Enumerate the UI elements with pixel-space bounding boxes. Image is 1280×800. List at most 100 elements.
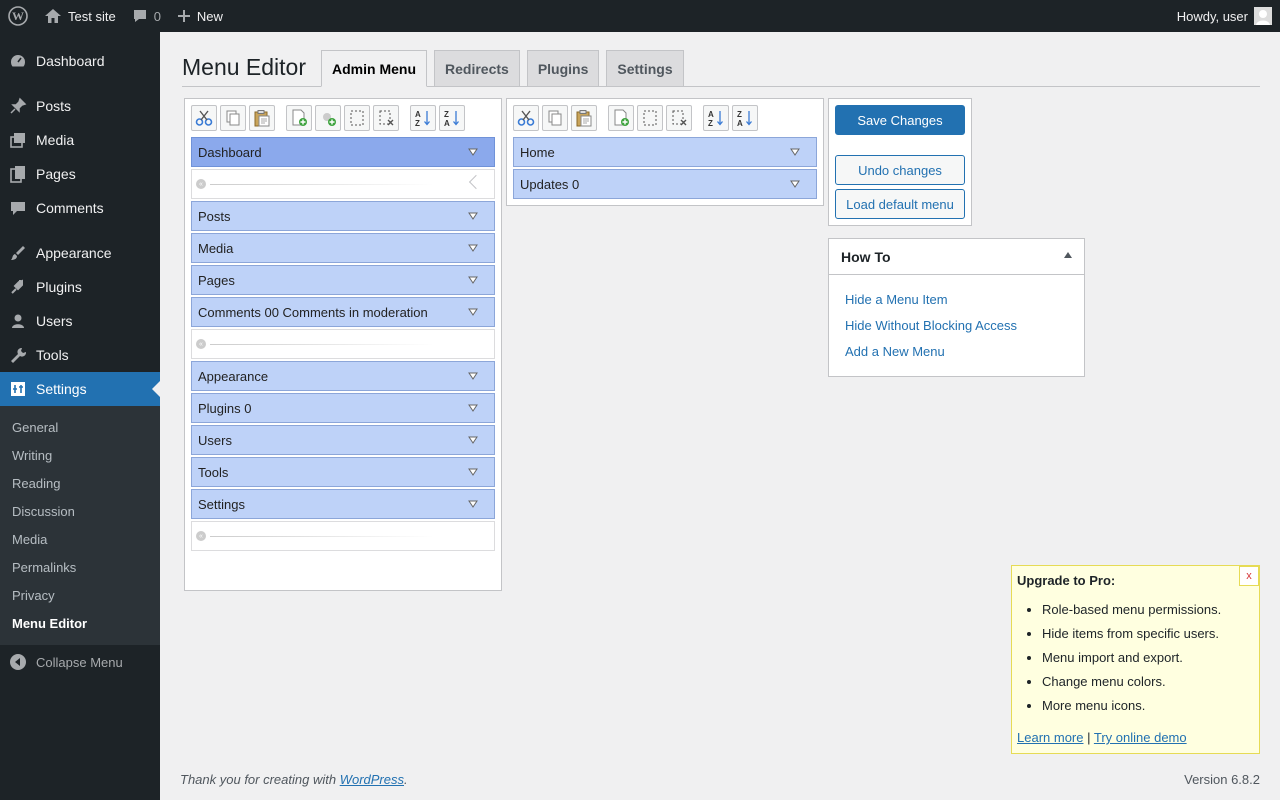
expand-item-button[interactable] bbox=[790, 179, 800, 189]
sort-descending-button[interactable]: ZA bbox=[439, 105, 465, 131]
menu-item-title: Media bbox=[198, 240, 234, 256]
wordpress-logo-button[interactable]: W bbox=[0, 0, 36, 32]
menu-item[interactable]: Comments 00 Comments in moderation bbox=[191, 297, 495, 327]
appearance-icon bbox=[8, 243, 28, 263]
save-changes-button[interactable]: Save Changes bbox=[835, 105, 965, 135]
media-icon bbox=[8, 130, 28, 150]
menu-item[interactable]: Tools bbox=[191, 457, 495, 487]
expand-item-button[interactable] bbox=[468, 307, 478, 317]
menu-item[interactable]: Settings bbox=[191, 489, 495, 519]
new-separator-button[interactable] bbox=[315, 105, 341, 131]
wordpress-link[interactable]: WordPress bbox=[340, 772, 404, 787]
copy-button[interactable] bbox=[220, 105, 246, 131]
collapse-toggle-icon[interactable] bbox=[1064, 252, 1072, 258]
tab-redirects[interactable]: Redirects bbox=[434, 50, 520, 86]
sidebar-item-posts[interactable]: Posts bbox=[0, 89, 160, 123]
admin-sidebar: Dashboard Posts Media Pages Comments App… bbox=[0, 32, 160, 800]
sidebar-item-tools[interactable]: Tools bbox=[0, 338, 160, 372]
submenu-item-discussion[interactable]: Discussion bbox=[0, 497, 160, 525]
sidebar-item-plugins[interactable]: Plugins bbox=[0, 270, 160, 304]
hide-button[interactable] bbox=[637, 105, 663, 131]
submenu-item[interactable]: Updates 0 bbox=[513, 169, 817, 199]
sidebar-item-comments[interactable]: Comments bbox=[0, 191, 160, 225]
howto-link-add-new-menu[interactable]: Add a New Menu bbox=[845, 344, 945, 359]
new-item-button[interactable] bbox=[608, 105, 634, 131]
howto-link-hide-item[interactable]: Hide a Menu Item bbox=[845, 292, 948, 307]
menu-item[interactable]: Posts bbox=[191, 201, 495, 231]
menu-item[interactable]: Media bbox=[191, 233, 495, 263]
list-item: Hide items from specific users. bbox=[1042, 626, 1221, 650]
hide-button[interactable] bbox=[344, 105, 370, 131]
tab-admin-menu[interactable]: Admin Menu bbox=[321, 50, 428, 87]
expand-item-button[interactable] bbox=[468, 435, 478, 445]
cut-button[interactable] bbox=[513, 105, 539, 131]
close-upgrade-button[interactable]: x bbox=[1239, 566, 1259, 586]
sidebar-item-media[interactable]: Media bbox=[0, 123, 160, 157]
menu-item[interactable]: Pages bbox=[191, 265, 495, 295]
load-default-menu-button[interactable]: Load default menu bbox=[835, 189, 965, 219]
collapse-menu-button[interactable]: Collapse Menu bbox=[0, 645, 160, 679]
copy-button[interactable] bbox=[542, 105, 568, 131]
menu-separator[interactable]: « bbox=[191, 329, 495, 359]
menu-item-title: Pages bbox=[198, 272, 235, 288]
expand-item-button[interactable] bbox=[790, 147, 800, 157]
expand-item-button[interactable] bbox=[468, 403, 478, 413]
my-account-link[interactable]: Howdy, user bbox=[1169, 0, 1280, 32]
plugins-icon bbox=[8, 277, 28, 297]
dropdown-arrow-icon bbox=[468, 148, 478, 156]
sidebar-item-pages[interactable]: Pages bbox=[0, 157, 160, 191]
sidebar-item-settings[interactable]: Settings bbox=[0, 372, 160, 406]
delete-button[interactable] bbox=[373, 105, 399, 131]
new-content-link[interactable]: New bbox=[169, 0, 231, 32]
delete-button[interactable] bbox=[666, 105, 692, 131]
submenu-item-reading[interactable]: Reading bbox=[0, 469, 160, 497]
submenu-item-menu-editor[interactable]: Menu Editor bbox=[0, 609, 160, 637]
clipboard-icon bbox=[254, 110, 270, 127]
tab-plugins[interactable]: Plugins bbox=[526, 50, 600, 86]
menu-separator[interactable]: « bbox=[191, 169, 495, 199]
upgrade-notice: Upgrade to Pro: x Role-based menu permis… bbox=[1011, 565, 1260, 754]
sidebar-item-users[interactable]: Users bbox=[0, 304, 160, 338]
try-demo-link[interactable]: Try online demo bbox=[1094, 730, 1187, 745]
menu-separator[interactable]: « bbox=[191, 521, 495, 551]
menu-item-title: Settings bbox=[198, 496, 245, 512]
submenu-item-permalinks[interactable]: Permalinks bbox=[0, 553, 160, 581]
delete-page-icon bbox=[379, 110, 394, 126]
comments-link[interactable]: 0 bbox=[124, 0, 169, 32]
how-to-header[interactable]: How To bbox=[829, 239, 1084, 275]
expand-item-button[interactable] bbox=[468, 147, 478, 157]
submenu-item-media[interactable]: Media bbox=[0, 525, 160, 553]
sort-za-icon: ZA bbox=[444, 110, 459, 127]
expand-item-button[interactable] bbox=[468, 499, 478, 509]
sort-ascending-button[interactable]: AZ bbox=[703, 105, 729, 131]
new-menu-button[interactable] bbox=[286, 105, 312, 131]
menu-item[interactable]: Users bbox=[191, 425, 495, 455]
menu-item[interactable]: Plugins 0 bbox=[191, 393, 495, 423]
list-item: Role-based menu permissions. bbox=[1042, 602, 1221, 626]
cut-button[interactable] bbox=[191, 105, 217, 131]
submenu-item-general[interactable]: General bbox=[0, 413, 160, 441]
expand-item-button[interactable] bbox=[468, 275, 478, 285]
howto-link-hide-without-blocking[interactable]: Hide Without Blocking Access bbox=[845, 318, 1017, 333]
tab-settings[interactable]: Settings bbox=[606, 50, 684, 86]
submenu-item-writing[interactable]: Writing bbox=[0, 441, 160, 469]
expand-item-button[interactable] bbox=[468, 243, 478, 253]
submenu-item-privacy[interactable]: Privacy bbox=[0, 581, 160, 609]
expand-item-button[interactable] bbox=[468, 371, 478, 381]
sidebar-item-appearance[interactable]: Appearance bbox=[0, 236, 160, 270]
site-name-link[interactable]: Test site bbox=[36, 0, 124, 32]
sidebar-item-dashboard[interactable]: Dashboard bbox=[0, 44, 160, 78]
menu-item[interactable]: Appearance bbox=[191, 361, 495, 391]
expand-item-button[interactable] bbox=[468, 211, 478, 221]
paste-button[interactable] bbox=[249, 105, 275, 131]
expand-item-button[interactable] bbox=[468, 467, 478, 477]
copy-icon bbox=[226, 110, 240, 126]
paste-button[interactable] bbox=[571, 105, 597, 131]
menu-item[interactable]: Dashboard bbox=[191, 137, 495, 167]
sort-ascending-button[interactable]: AZ bbox=[410, 105, 436, 131]
submenu-item[interactable]: Home bbox=[513, 137, 817, 167]
right-toolbar: AZ ZA bbox=[513, 105, 761, 133]
sort-descending-button[interactable]: ZA bbox=[732, 105, 758, 131]
undo-changes-button[interactable]: Undo changes bbox=[835, 155, 965, 185]
learn-more-link[interactable]: Learn more bbox=[1017, 730, 1083, 745]
